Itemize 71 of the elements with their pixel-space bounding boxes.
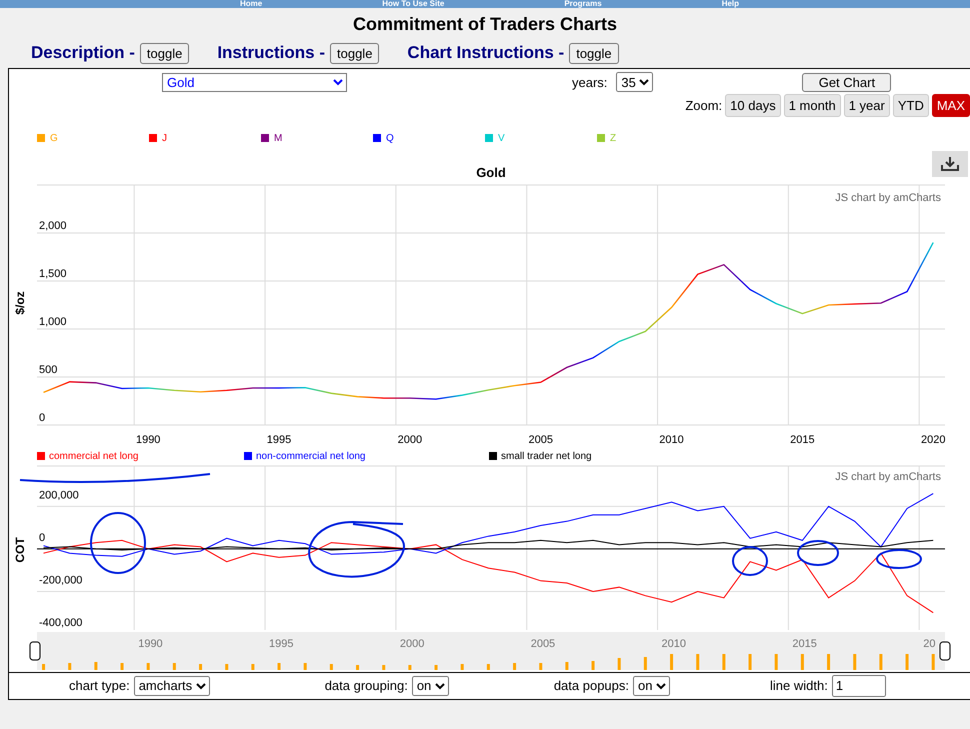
axis-tick-label: 1,000 [39, 316, 67, 328]
axis-tick-label: 1995 [269, 638, 294, 650]
legend-label: Z [610, 132, 616, 144]
axis-tick-label: 2000 [398, 434, 422, 446]
legend-label: non-commercial net long [256, 450, 366, 462]
axis-tick-label: 2010 [662, 638, 686, 650]
axis-tick-label: 2005 [528, 434, 553, 446]
legend-label: small trader net long [501, 450, 592, 462]
axis-tick-label: 2000 [400, 638, 424, 650]
toggle-button[interactable]: toggle [569, 42, 619, 64]
axis-tick-label: 200,000 [39, 488, 79, 501]
zoom-button[interactable]: 1 month [784, 94, 841, 118]
axis-tick-label: 2010 [659, 434, 684, 446]
download-button[interactable] [932, 150, 968, 176]
legend-label: G [50, 132, 58, 144]
axis-tick-label: 20 [923, 638, 936, 650]
zoom-button[interactable]: MAX [932, 94, 970, 118]
axis-tick-label: -200,000 [39, 574, 82, 586]
download-icon [940, 156, 960, 172]
axis-tick-label: 2005 [530, 638, 556, 650]
control-label: data popups: [554, 678, 630, 694]
range-handle[interactable] [30, 642, 40, 661]
chart-credit: JS chart by amCharts [835, 470, 941, 482]
scrollbar-track[interactable] [37, 632, 945, 670]
chart-title: Gold [476, 164, 506, 180]
page-title: Commitment of Traders Charts [352, 14, 618, 36]
section-heading: Instructions - [217, 43, 325, 63]
zoom-label: Zoom: [685, 98, 722, 114]
section-heading: Description - [31, 43, 135, 63]
axis-title: COT [13, 536, 27, 562]
option-select[interactable]: on [412, 676, 449, 696]
zoom-button[interactable]: 10 days [725, 94, 781, 118]
legend-label: V [498, 132, 505, 144]
axis-tick-label: 1995 [266, 434, 292, 446]
zoom-button[interactable]: 1 year [844, 94, 890, 118]
handwritten-circle [90, 512, 146, 574]
line-width-field[interactable]: 1 [832, 674, 886, 697]
chart-credit: JS chart by amCharts [835, 192, 941, 204]
zoom-button[interactable]: YTD [892, 94, 929, 118]
control-label: data grouping: [324, 678, 408, 694]
axis-tick-label: 500 [39, 364, 58, 376]
control-label: line width: [770, 678, 828, 694]
legend-label: commercial net long [49, 450, 138, 462]
axis-tick-label: 2,000 [39, 220, 67, 232]
axis-tick-label: 0 [39, 531, 46, 544]
axis-tick-label: 0 [39, 412, 46, 424]
axis-tick-label: -400,000 [39, 616, 82, 628]
axis-title: $/oz [13, 290, 27, 314]
toggle-button[interactable]: toggle [330, 42, 380, 64]
legend-label: Q [386, 132, 394, 144]
toggle-button[interactable]: toggle [140, 42, 190, 64]
axis-tick-label: 1,500 [39, 268, 67, 280]
axis-tick-label: 2020 [920, 434, 946, 446]
axis-tick-label: 1990 [136, 434, 160, 446]
axis-tick-label: 1990 [138, 638, 163, 650]
market-select[interactable]: Gold [162, 72, 347, 92]
legend-label: J [162, 132, 167, 144]
handwritten-circle [876, 548, 922, 568]
option-select[interactable]: amcharts [134, 676, 210, 696]
range-handle[interactable] [940, 642, 950, 661]
option-select[interactable]: on [633, 676, 670, 696]
legend-label: M [274, 132, 282, 144]
axis-tick-label: 2015 [792, 638, 817, 650]
handwritten-circle [797, 540, 839, 566]
get-chart-button[interactable]: Get Chart [802, 72, 892, 92]
years-label: years: [572, 74, 608, 90]
section-heading: Chart Instructions - [407, 43, 564, 63]
handwritten-circle [732, 546, 768, 576]
years-select[interactable]: 35 [616, 72, 654, 92]
axis-tick-label: 2015 [790, 434, 815, 446]
control-label: chart type: [69, 678, 130, 694]
